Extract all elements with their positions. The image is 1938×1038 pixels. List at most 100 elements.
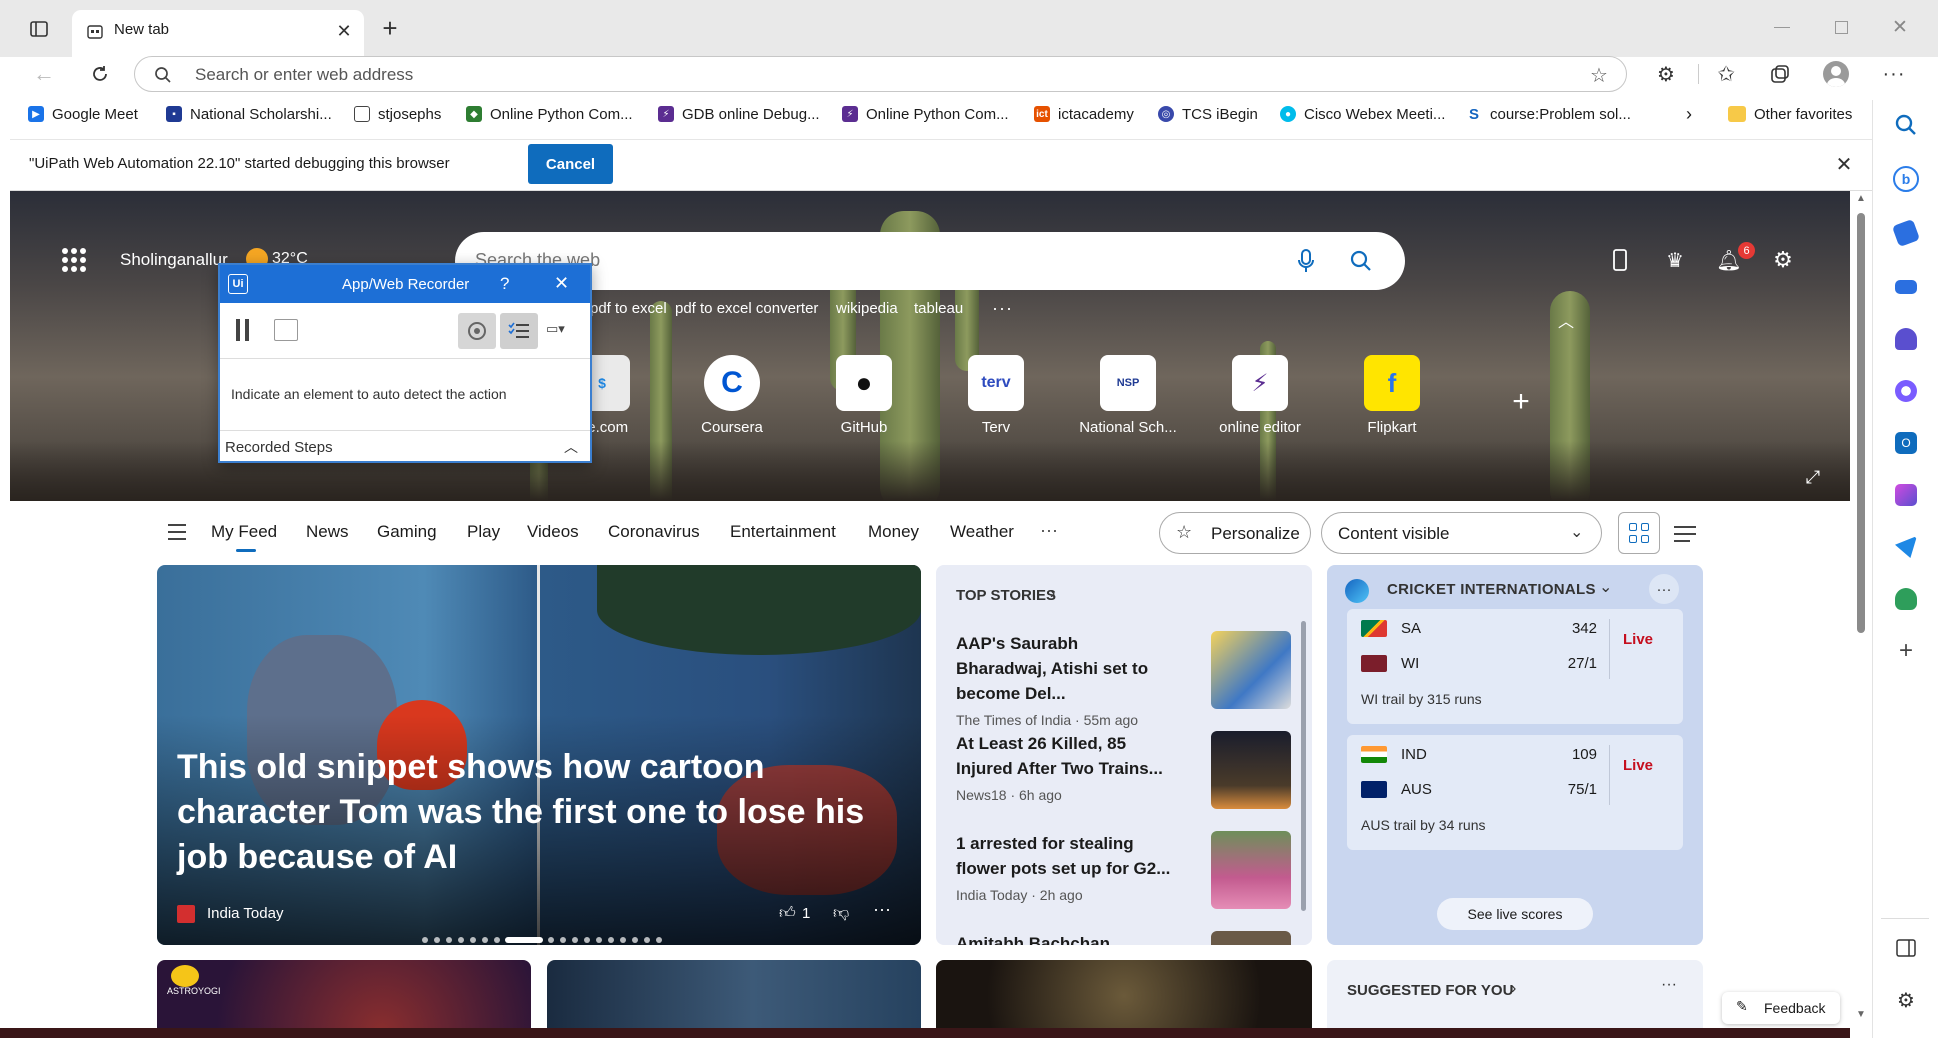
match-card[interactable]: IND 109 AUS 75/1 Live AUS trail by 34 runs	[1347, 735, 1683, 850]
feed-tab[interactable]: Play	[467, 522, 500, 542]
pause-icon[interactable]	[236, 319, 250, 341]
back-icon[interactable]: ←	[30, 60, 58, 88]
personalize-button[interactable]: ☆ Personalize	[1159, 512, 1311, 554]
recorder-close-icon[interactable]: ✕	[554, 273, 569, 294]
settings-more-icon[interactable]: ···	[1880, 60, 1908, 88]
sidebar-collapse-icon[interactable]	[1893, 935, 1919, 961]
favorites-overflow-chevron-icon[interactable]: ›	[1686, 98, 1692, 130]
web-search-icon[interactable]	[1348, 248, 1374, 274]
tools-icon[interactable]	[1895, 280, 1917, 294]
favorites-icon[interactable]: ✩	[1712, 60, 1740, 88]
trending-item[interactable]: wikipedia	[836, 300, 898, 317]
copilot-icon[interactable]	[1895, 380, 1917, 402]
trending-item[interactable]: pdf to excel converter	[675, 300, 818, 317]
tab-new-tab[interactable]: New tab ✕	[72, 10, 364, 57]
see-live-scores-button[interactable]: See live scores	[1437, 898, 1593, 930]
feed-tab[interactable]: Videos	[527, 522, 579, 542]
web-search-box[interactable]: Search the web	[455, 232, 1405, 290]
shopping-tag-icon[interactable]	[1891, 218, 1921, 248]
feed-tab[interactable]: My Feed	[211, 522, 277, 542]
fav-item[interactable]: ict ictacademy	[1034, 98, 1134, 130]
feed-menu-icon[interactable]	[168, 524, 186, 540]
feed-tab[interactable]: Money	[868, 522, 919, 542]
phone-icon[interactable]	[1608, 247, 1632, 273]
infobar-close-icon[interactable]: ✕	[1832, 152, 1856, 176]
designer-icon[interactable]	[1895, 484, 1917, 506]
quick-link-tile[interactable]: terv	[968, 355, 1024, 411]
story-item[interactable]: AAP's Saurabh Bharadwaj, Atishi set to b…	[956, 631, 1296, 728]
sidebar-settings-icon[interactable]: ⚙	[1893, 987, 1919, 1013]
extensions-icon[interactable]: ⚙	[1652, 60, 1680, 88]
send-icon[interactable]	[1895, 536, 1917, 558]
story-item[interactable]: At Least 26 Killed, 85 Injured After Two…	[956, 731, 1296, 809]
cricket-more-icon[interactable]: ···	[1649, 574, 1679, 604]
weather-location[interactable]: Sholinganallur	[120, 250, 228, 270]
quick-link-tile[interactable]: C	[704, 355, 760, 411]
quick-link-tile[interactable]: NSP	[1100, 355, 1156, 411]
tree-icon[interactable]	[1895, 588, 1917, 610]
collections-icon[interactable]	[1766, 60, 1794, 88]
collapse-chevron-up-icon[interactable]: ︿	[1558, 308, 1574, 332]
grid-view-icon[interactable]	[1618, 512, 1660, 554]
cancel-button[interactable]: Cancel	[528, 144, 613, 184]
recorded-steps-label[interactable]: Recorded Steps	[225, 439, 333, 456]
bing-chat-icon[interactable]: b	[1893, 166, 1919, 192]
restore-icon[interactable]	[1835, 21, 1848, 34]
recorder-help-icon[interactable]: ?	[500, 274, 509, 294]
other-favorites[interactable]: Other favorites	[1728, 98, 1852, 130]
dislike-icon[interactable]: 👎︎	[833, 904, 849, 923]
add-quick-link-icon[interactable]: +	[1506, 385, 1536, 418]
collapse-chevron-up-icon[interactable]: ︿	[564, 437, 578, 457]
fav-item[interactable]: stjosephs	[354, 98, 441, 130]
feed-tab[interactable]: Weather	[950, 522, 1014, 542]
chevron-down-icon[interactable]: ⌄	[1599, 577, 1612, 597]
minimize-icon[interactable]	[1774, 27, 1790, 28]
profile-avatar[interactable]	[1823, 61, 1849, 87]
page-scrollbar[interactable]: ▲ ▼	[1850, 191, 1872, 1038]
fav-item[interactable]: Scourse:Problem sol...	[1466, 98, 1631, 130]
news-card[interactable]	[936, 960, 1312, 1038]
top-stories-heading[interactable]: TOP STORIES	[956, 587, 1056, 604]
feedback-button[interactable]: ✎ Feedback	[1722, 992, 1840, 1024]
quick-link-tile[interactable]: ●	[836, 355, 892, 411]
like-icon[interactable]: 👍︎	[779, 904, 796, 923]
match-card[interactable]: SA 342 WI 27/1 Live WI trail by 315 runs	[1347, 609, 1683, 724]
stories-scrollbar[interactable]	[1301, 621, 1306, 911]
expand-icon[interactable]: ⤢	[1802, 466, 1824, 488]
screen-options-dropdown-icon[interactable]: ▭▾	[546, 321, 586, 341]
feed-tab[interactable]: Coronavirus	[608, 522, 700, 542]
card-more-icon[interactable]: ···	[873, 899, 891, 920]
outlook-icon[interactable]: O	[1895, 432, 1917, 454]
refresh-icon[interactable]	[86, 60, 114, 88]
address-bar[interactable]: Search or enter web address ☆	[134, 56, 1627, 92]
feed-tab[interactable]: Gaming	[377, 522, 437, 542]
quick-link-tile[interactable]: f	[1364, 355, 1420, 411]
trending-item[interactable]: pdf to excel	[590, 300, 667, 317]
add-favorite-icon[interactable]: ☆	[1587, 63, 1611, 87]
games-icon[interactable]	[1895, 328, 1917, 350]
list-view-icon[interactable]	[1674, 526, 1696, 542]
fav-item[interactable]: ◆ Online Python Com...	[466, 98, 633, 130]
page-settings-gear-icon[interactable]: ⚙	[1770, 247, 1796, 273]
suggested-heading[interactable]: SUGGESTED FOR YOU	[1347, 982, 1513, 999]
hero-headline[interactable]: This old snippet shows how cartoon chara…	[177, 745, 877, 880]
quick-link-tile[interactable]: ⚡	[1232, 355, 1288, 411]
rewards-trophy-icon[interactable]: ♛	[1662, 247, 1688, 273]
trending-more-icon[interactable]: ···	[992, 298, 1013, 319]
tab-close-icon[interactable]: ✕	[334, 21, 354, 41]
feed-tab[interactable]: News	[306, 522, 349, 542]
window-close-icon[interactable]: ✕	[1890, 16, 1910, 38]
feed-more-icon[interactable]: ···	[1040, 520, 1058, 541]
astro-card[interactable]: ASTROYOGI	[157, 960, 531, 1038]
sidebar-search-icon[interactable]	[1893, 112, 1919, 138]
sidebar-add-icon[interactable]: +	[1893, 637, 1919, 664]
save-record-icon[interactable]	[274, 319, 298, 341]
trending-item[interactable]: tableau	[914, 300, 963, 317]
carousel-dots[interactable]	[421, 931, 667, 943]
fav-item[interactable]: ⚡ Online Python Com...	[842, 98, 1009, 130]
hero-news-card[interactable]: This old snippet shows how cartoon chara…	[157, 565, 921, 945]
story-item[interactable]: Amitabh Bachchan	[956, 931, 1296, 945]
fav-item[interactable]: ▪ National Scholarshi...	[166, 98, 332, 130]
suggested-more-icon[interactable]: ···	[1661, 976, 1677, 994]
fav-item[interactable]: ⚡ GDB online Debug...	[658, 98, 820, 130]
